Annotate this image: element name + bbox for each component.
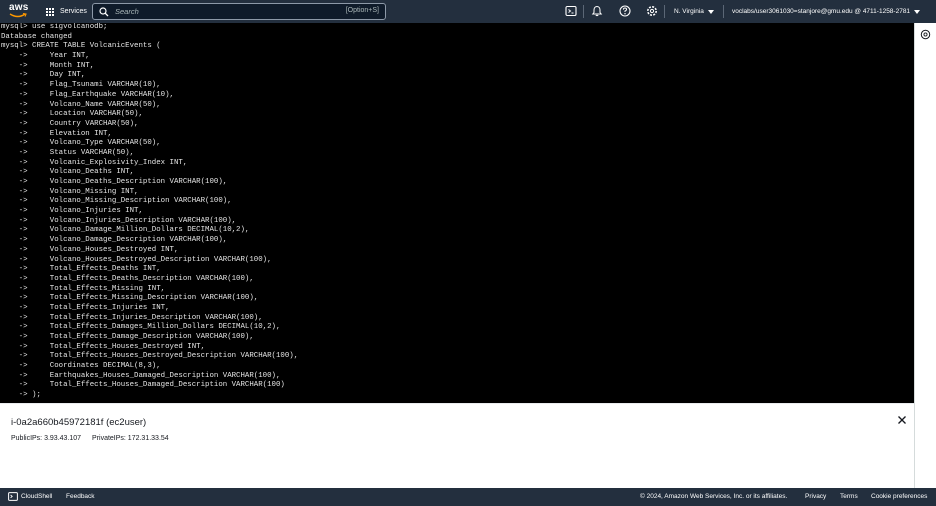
- region-label: N. Virginia: [674, 8, 704, 15]
- cloudshell-icon[interactable]: [565, 5, 577, 17]
- instance-title: i-0a2a660b45972181f (ec2user): [11, 417, 147, 428]
- terminal-line: -> Volcano_Damage_Description VARCHAR(10…: [1, 236, 228, 245]
- settings-clock-icon[interactable]: [920, 29, 931, 40]
- aws-smile-icon: [9, 13, 27, 18]
- private-ips: PrivateIPs: 172.31.33.54: [92, 435, 169, 442]
- terminal-line: -> Volcanic_Explosivity_Index INT,: [1, 158, 188, 167]
- close-icon[interactable]: [896, 414, 908, 426]
- search-icon: [99, 6, 109, 16]
- services-grid-icon: [46, 7, 54, 16]
- search-shortcut-hint: [Option+S]: [345, 7, 379, 14]
- chevron-down-icon: [707, 9, 714, 14]
- region-selector[interactable]: N. Virginia: [674, 0, 714, 23]
- terminal-line: mysql> use sigvolcanodb;: [1, 23, 108, 31]
- aws-logo-text: aws: [9, 2, 29, 13]
- cloudshell-icon[interactable]: [8, 492, 18, 501]
- search-input[interactable]: [115, 7, 315, 16]
- terminal-line: -> Total_Effects_Missing INT,: [1, 284, 166, 293]
- terminal-line: -> Total_Effects_Injuries_Description VA…: [1, 313, 263, 322]
- terminal-line: -> Volcano_Houses_Destroyed_Description …: [1, 255, 272, 264]
- terminal-line: -> Volcano_Type VARCHAR(50),: [1, 139, 161, 148]
- aws-logo[interactable]: aws: [6, 0, 36, 23]
- feedback-link[interactable]: Feedback: [66, 493, 95, 500]
- nav-divider: [664, 5, 665, 18]
- terminal-line: -> Volcano_Missing INT,: [1, 187, 139, 196]
- terminal-output: mysql> use sigvolcanodb; Database changed…: [0, 23, 914, 401]
- public-ips: PublicIPs: 3.93.43.107: [11, 435, 82, 442]
- account-menu[interactable]: voclabs/user3061030=stanjore@gmu.edu @ 4…: [732, 0, 921, 23]
- terminal-line: -> Elevation INT,: [1, 129, 112, 138]
- terminal-line: -> Volcano_Damage_Million_Dollars DECIMA…: [1, 226, 250, 235]
- terminal-line: -> Volcano_Deaths_Description VARCHAR(10…: [1, 178, 228, 186]
- terminal-line: -> Coordinates DECIMAL(8,3),: [1, 362, 161, 371]
- terminal-line: -> Volcano_Name VARCHAR(50),: [1, 100, 161, 109]
- terminal-line: -> );: [1, 391, 41, 400]
- terminal-line: -> Country VARCHAR(50),: [1, 119, 139, 128]
- services-menu-button[interactable]: Services: [46, 0, 87, 23]
- terms-link[interactable]: Terms: [840, 493, 858, 500]
- terminal-line: -> Status VARCHAR(50),: [1, 148, 135, 157]
- search-box[interactable]: [Option+S]: [92, 3, 386, 20]
- terminal-line: -> Volcano_Injuries_Description VARCHAR(…: [1, 216, 237, 225]
- instance-info-panel: i-0a2a660b45972181f (ec2user) PublicIPs:…: [0, 403, 914, 488]
- nav-divider: [723, 5, 724, 18]
- terminal-line: -> Volcano_Deaths INT,: [1, 168, 135, 177]
- bell-icon[interactable]: [591, 5, 603, 17]
- terminal-line: Database changed: [1, 32, 72, 41]
- terminal-line: -> Total_Effects_Damage_Description VARC…: [1, 333, 254, 341]
- terminal-line: -> Volcano_Injuries INT,: [1, 207, 143, 216]
- copyright-text: © 2024, Amazon Web Services, Inc. or its…: [640, 493, 788, 500]
- top-navigation-bar: aws Services [Option+S]: [0, 0, 936, 23]
- terminal-line: -> Total_Effects_Houses_Destroyed_Descri…: [1, 352, 299, 361]
- right-side-rail: [914, 23, 936, 488]
- terminal-line: -> Total_Effects_Houses_Destroyed INT,: [1, 342, 206, 351]
- terminal-line: -> Total_Effects_Deaths_Description VARC…: [1, 274, 254, 283]
- terminal-line: -> Total_Effects_Missing_Description VAR…: [1, 294, 259, 303]
- terminal-line: -> Year INT,: [1, 52, 90, 61]
- account-label: voclabs/user3061030=stanjore@gmu.edu @ 4…: [732, 8, 911, 15]
- help-icon[interactable]: [619, 5, 631, 17]
- terminal-line: -> Total_Effects_Deaths INT,: [1, 265, 161, 274]
- instance-ips: PublicIPs: 3.93.43.107 PrivateIPs: 172.3…: [11, 435, 178, 442]
- terminal-line: -> Month INT,: [1, 61, 95, 70]
- terminal-line: -> Flag_Earthquake VARCHAR(10),: [1, 90, 174, 99]
- terminal-line: mysql> CREATE TABLE VolcanicEvents (: [1, 42, 161, 51]
- terminal-line: -> Volcano_Missing_Description VARCHAR(1…: [1, 197, 232, 206]
- services-label: Services: [60, 8, 87, 15]
- terminal-line: -> Total_Effects_Damages_Million_Dollars…: [1, 323, 281, 332]
- terminal-line: -> Total_Effects_Houses_Damaged_Descript…: [1, 381, 285, 390]
- terminal-line: -> Location VARCHAR(50),: [1, 110, 143, 119]
- privacy-link[interactable]: Privacy: [805, 493, 826, 500]
- terminal-window[interactable]: mysql> use sigvolcanodb; Database changed…: [0, 23, 914, 403]
- terminal-line: -> Volcano_Houses_Destroyed INT,: [1, 245, 179, 254]
- terminal-line: -> Flag_Tsunami VARCHAR(10),: [1, 81, 161, 90]
- terminal-line: -> Total_Effects_Injuries INT,: [1, 303, 170, 312]
- footer-bar: CloudShell Feedback © 2024, Amazon Web S…: [0, 488, 936, 506]
- cookie-preferences-link[interactable]: Cookie preferences: [871, 493, 927, 500]
- gear-icon[interactable]: [646, 5, 658, 17]
- terminal-line: -> Earthquakes_Houses_Damaged_Descriptio…: [1, 371, 281, 380]
- chevron-down-icon: [914, 9, 921, 14]
- nav-divider: [583, 5, 584, 18]
- terminal-line: -> Day INT,: [1, 71, 86, 80]
- cloudshell-link[interactable]: CloudShell: [21, 493, 52, 500]
